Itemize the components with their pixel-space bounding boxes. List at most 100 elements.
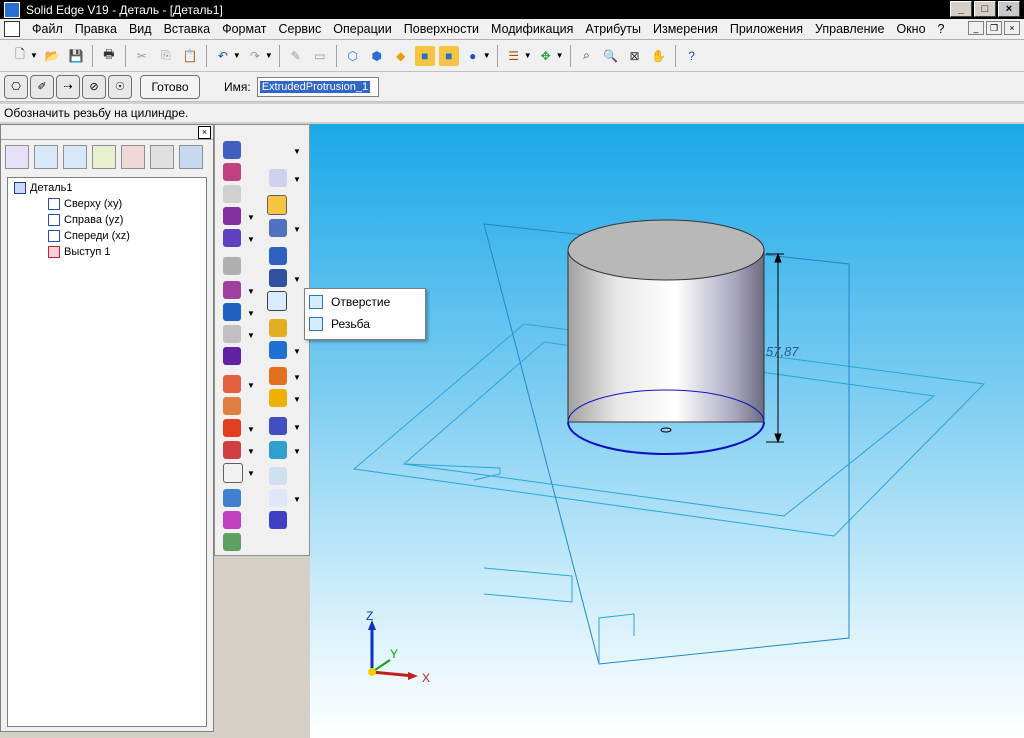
loft-icon[interactable] [223, 185, 241, 203]
dropdown-icon[interactable]: ▼ [247, 381, 255, 390]
dropdown-icon[interactable]: ▼ [293, 423, 301, 432]
step-profile-icon[interactable]: ⎔ [4, 74, 28, 99]
rotate-icon[interactable]: ✥ [536, 46, 556, 66]
library-tab-icon[interactable] [63, 145, 87, 169]
reference-plane-icon[interactable] [269, 467, 287, 485]
redo-icon[interactable]: ↷ [245, 46, 265, 66]
copy-icon[interactable]: ⎘ [156, 46, 176, 66]
sketch-tool-icon[interactable] [269, 169, 287, 187]
dropdown-icon[interactable]: ▼ [293, 275, 301, 284]
menu-insert[interactable]: Вставка [158, 22, 216, 36]
dropdown-icon[interactable]: ▼ [293, 225, 301, 234]
revolve-icon[interactable] [223, 163, 241, 181]
select-icon[interactable]: ▭ [310, 46, 330, 66]
point-icon[interactable] [223, 257, 241, 275]
dropdown-icon[interactable]: ▼ [293, 495, 301, 504]
revolved-cutout-icon[interactable] [269, 269, 287, 287]
zoom-area-icon[interactable]: ⌕ [577, 46, 597, 66]
menu-operations[interactable]: Операции [327, 22, 397, 36]
feature-library-tab-icon[interactable] [121, 145, 145, 169]
dropdown-icon[interactable]: ▼ [293, 347, 301, 356]
menu-window[interactable]: Окно [890, 22, 931, 36]
dropdown-icon[interactable]: ▼ [293, 147, 301, 156]
pan-icon[interactable]: ✋ [649, 46, 669, 66]
dropdown-icon[interactable]: ▼ [247, 425, 255, 434]
step-sketch-icon[interactable]: ✐ [30, 74, 54, 99]
step-extent-icon[interactable]: ⇢ [56, 74, 80, 99]
shell-icon[interactable] [223, 463, 243, 483]
dropdown-icon[interactable]: ▼ [247, 213, 255, 222]
doc-close-button[interactable]: × [1004, 21, 1020, 35]
rotate-dropdown-icon[interactable]: ▼ [556, 51, 564, 60]
help-icon[interactable]: ? [682, 46, 702, 66]
dropdown-icon[interactable]: ▼ [293, 395, 301, 404]
menu-inspect[interactable]: Измерения [647, 22, 724, 36]
cutout-tool-icon[interactable] [269, 247, 287, 265]
undo-icon[interactable]: ↶ [213, 46, 233, 66]
dropdown-icon[interactable]: ▼ [247, 287, 255, 296]
menu-view[interactable]: Вид [123, 22, 158, 36]
3d-viewport[interactable]: 57,87 Z Y X [310, 124, 1024, 738]
dropdown-icon[interactable]: ▼ [247, 331, 255, 340]
done-button[interactable]: Готово [140, 74, 200, 99]
tree-item[interactable]: Справа (yz) [48, 214, 123, 226]
dropdown-icon[interactable]: ▼ [293, 175, 301, 184]
dropdown-icon[interactable]: ▼ [247, 235, 255, 244]
shaded-edges-icon[interactable]: ■ [414, 45, 435, 66]
dropdown-icon[interactable]: ▼ [247, 309, 255, 318]
mounting-boss-icon[interactable] [223, 441, 241, 459]
chamfer-icon[interactable] [269, 341, 287, 359]
thin-region-icon[interactable] [223, 489, 241, 507]
redo-dropdown-icon[interactable]: ▼ [265, 51, 273, 60]
cut-icon[interactable]: ✂ [132, 46, 152, 66]
hole-tool-icon[interactable] [267, 291, 287, 311]
menu-management[interactable]: Управление [809, 22, 891, 36]
protrusion-active-icon[interactable] [267, 195, 287, 215]
normal-icon[interactable] [223, 325, 241, 343]
paste-icon[interactable]: 📋 [180, 46, 200, 66]
print-icon[interactable]: 🖶 [99, 46, 119, 66]
add-body-icon[interactable] [223, 511, 241, 529]
coordinate-system-icon[interactable] [269, 489, 287, 507]
tree-item[interactable]: Сверху (xy) [48, 198, 122, 210]
menu-edit[interactable]: Правка [69, 22, 123, 36]
layers-icon[interactable]: ☰ [504, 46, 524, 66]
round-icon[interactable] [269, 319, 287, 337]
sketch-icon[interactable]: ✎ [286, 46, 306, 66]
new-file-icon[interactable]: 🗋 [10, 46, 30, 66]
tree-item[interactable]: Спереди (xz) [48, 230, 130, 242]
maximize-button[interactable]: □ [974, 1, 996, 17]
select-arrow-icon[interactable] [269, 141, 287, 159]
vent-icon[interactable] [223, 419, 241, 437]
document-icon[interactable] [4, 21, 20, 37]
dropdown-icon[interactable]: ▼ [247, 447, 255, 456]
doc-minimize-button[interactable]: _ [968, 21, 984, 35]
close-icon[interactable]: × [198, 126, 211, 139]
dropdown-icon[interactable]: ▼ [293, 447, 301, 456]
pattern-icon[interactable] [269, 417, 287, 435]
shaded-icon[interactable]: ◆ [391, 46, 411, 66]
properties-tab-icon[interactable] [179, 145, 203, 169]
sensors-tab-icon[interactable] [150, 145, 174, 169]
doc-restore-button[interactable]: ❐ [986, 21, 1002, 35]
tree-item[interactable]: Выступ 1 [48, 246, 111, 258]
helix-icon[interactable] [223, 303, 241, 321]
visible-edges-icon[interactable]: ⬢ [367, 46, 387, 66]
sphere-dropdown-icon[interactable]: ▼ [483, 51, 491, 60]
family-tab-icon[interactable] [34, 145, 58, 169]
dimension-value[interactable]: 57,87 [766, 344, 799, 359]
menu-tools[interactable]: Сервис [272, 22, 327, 36]
mirror-icon[interactable] [269, 441, 287, 459]
menu-item-thread[interactable]: Резьба [309, 314, 370, 334]
zoom-icon[interactable]: 🔍 [601, 46, 621, 66]
sphere-icon[interactable]: ● [463, 46, 483, 66]
cylinder[interactable] [567, 219, 765, 455]
tree-root[interactable]: Деталь1 [14, 182, 73, 194]
protrusion-tool-icon[interactable] [223, 207, 241, 225]
fit-icon[interactable]: ⊠ [625, 46, 645, 66]
step-finish-icon[interactable]: ☉ [108, 74, 132, 99]
layers-tab-icon[interactable] [92, 145, 116, 169]
pin-icon[interactable] [223, 141, 241, 159]
feature-name-input[interactable]: ExtrudedProtrusion_1 [256, 76, 379, 97]
undo-dropdown-icon[interactable]: ▼ [233, 51, 241, 60]
